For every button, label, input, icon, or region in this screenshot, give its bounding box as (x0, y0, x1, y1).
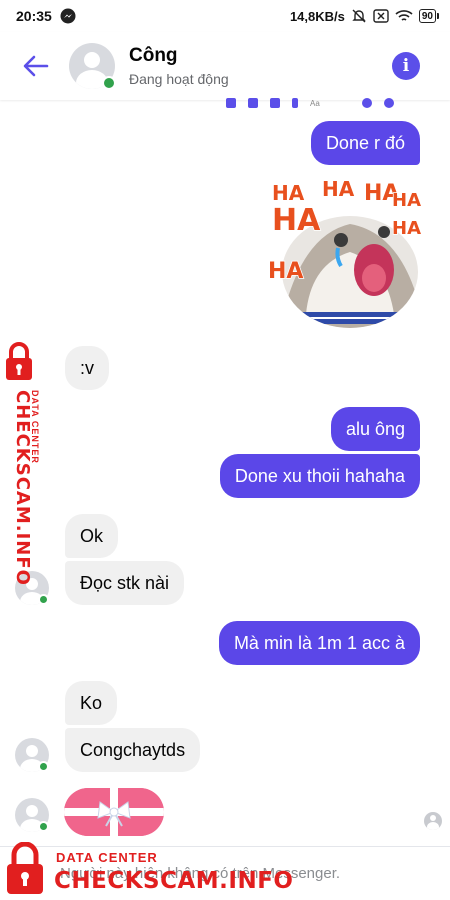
battery-level: 90 (421, 10, 433, 22)
lock-icon (6, 342, 32, 380)
message-received[interactable]: Đọc stk nài (65, 561, 185, 605)
message-received[interactable]: :v (65, 346, 110, 390)
image-icon (270, 98, 280, 108)
message-text: Done xu thoii hahaha (234, 466, 405, 486)
laughing-cat-sticker[interactable]: HA HA HA HA HA HA HA (266, 174, 422, 330)
online-indicator (38, 761, 49, 772)
sticker-word: HA (392, 190, 421, 211)
contact-status: Đang hoạt động (129, 71, 229, 87)
message-sent[interactable]: Done xu thoii hahaha (219, 454, 420, 498)
info-icon: i (402, 56, 410, 76)
status-time: 20:35 (16, 8, 52, 24)
online-indicator (38, 821, 49, 832)
watermark-small: DATA CENTER (30, 390, 40, 464)
gift-icon (64, 788, 164, 836)
message-received[interactable]: Congchaytds (65, 728, 201, 772)
grid-icon (226, 98, 236, 108)
network-speed: 14,8KB/s (289, 8, 345, 24)
message-text: :v (80, 358, 95, 378)
message-text: Done r đó (325, 133, 405, 153)
watermark-bottom: DATA CENTER CHECKSCAM.INFO (4, 842, 304, 898)
emoji-icon (362, 98, 372, 108)
message-received[interactable]: Ok (65, 514, 119, 558)
contact-info[interactable]: Công Đang hoạt động (129, 45, 229, 87)
messenger-icon (60, 8, 76, 24)
aa-label: Aa (310, 98, 320, 108)
status-right: 14,8KB/s 90 (289, 8, 440, 24)
back-button[interactable] (6, 36, 66, 96)
message-received[interactable]: Ko (65, 681, 118, 725)
watermark-small: DATA CENTER (56, 850, 158, 865)
message-text: Congchaytds (80, 740, 186, 760)
message-sent[interactable]: alu ông (330, 407, 420, 451)
sticker-word: HA (268, 259, 303, 284)
message-text: alu ông (345, 419, 405, 439)
arrow-left-icon (23, 55, 49, 77)
online-indicator (38, 594, 49, 605)
message-text: Mà min là 1m 1 acc à (233, 633, 405, 653)
microphone-icon (292, 98, 298, 108)
conversation-header: Công Đang hoạt động i (0, 32, 450, 100)
camera-icon (248, 98, 258, 108)
sticker-word: HA (272, 181, 305, 205)
message-text: Ko (80, 693, 103, 713)
battery-icon: 90 (418, 9, 440, 23)
info-button[interactable]: i (392, 52, 420, 80)
read-receipt-avatar (424, 812, 442, 830)
lock-icon (7, 842, 43, 894)
gift-sticker[interactable] (64, 788, 164, 836)
status-bar: 20:35 14,8KB/s 90 (0, 0, 450, 32)
watermark-side: CHECKSCAM.INFO DATA CENTER (2, 342, 50, 586)
message-text: Đọc stk nài (80, 573, 170, 593)
status-left: 20:35 (16, 8, 76, 24)
mute-icon (351, 8, 367, 24)
watermark-large: CHECKSCAM.INFO (54, 868, 294, 894)
online-indicator (102, 76, 116, 90)
wifi-icon (395, 9, 413, 23)
message-sent[interactable]: Done r đó (310, 121, 420, 165)
message-text: Ok (80, 526, 104, 546)
sticker-word: HA (322, 177, 355, 201)
contact-name: Công (129, 45, 178, 66)
sticker-word: HA (272, 203, 321, 238)
menu-icon (384, 98, 394, 108)
sticker-word: HA (392, 218, 421, 239)
embedded-toolbar: Aa (226, 96, 394, 110)
contact-avatar[interactable] (66, 43, 116, 90)
message-sent[interactable]: Mà min là 1m 1 acc à (218, 621, 420, 665)
sim-off-icon (373, 9, 389, 23)
